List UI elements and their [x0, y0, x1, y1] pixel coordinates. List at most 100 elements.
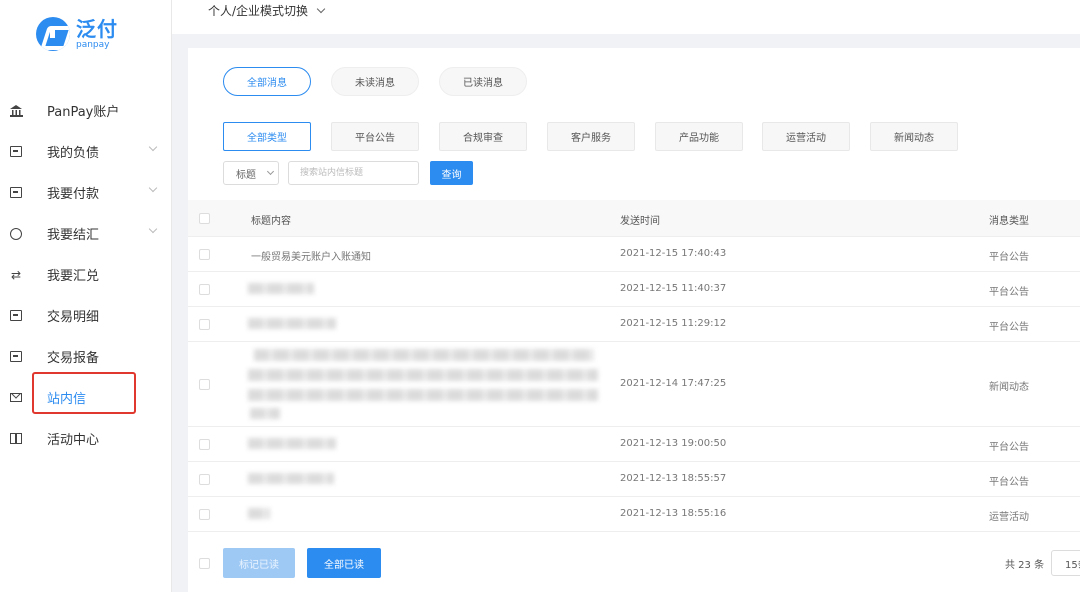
type-operations-activity[interactable]: 运营活动 [762, 122, 850, 151]
message-type: 运营活动 [989, 512, 1029, 523]
type-compliance-review[interactable]: 合规审查 [439, 122, 527, 151]
message-time: 2021-12-13 18:55:57 [620, 473, 727, 484]
row-checkbox[interactable] [199, 249, 210, 260]
filter-all-messages[interactable]: 全部消息 [223, 67, 311, 96]
type-product-feature[interactable]: 产品功能 [655, 122, 743, 151]
redacted-title [250, 408, 280, 419]
chevron-down-icon [148, 183, 158, 193]
convert-icon: ⇄ [10, 267, 22, 282]
search-field-select[interactable]: 标题 [223, 161, 279, 185]
row-checkbox[interactable] [199, 319, 210, 330]
chevron-down-icon [266, 167, 275, 176]
sidebar-item-settlement[interactable]: 我要结汇 [0, 213, 172, 254]
chevron-down-icon [148, 142, 158, 152]
select-all-checkbox[interactable] [199, 213, 210, 224]
chevron-down-icon [316, 4, 326, 13]
sidebar-item-activity-center[interactable]: 活动中心 [0, 418, 172, 459]
message-table: 标题内容 发送时间 消息类型 一般贸易美元账户入账通知 2021-12-15 1… [188, 200, 1080, 532]
sidebar: 泛付 panpay PanPay账户 我的负债 我要付款 我要结汇 ⇄ 我要汇兑 [0, 0, 172, 592]
type-customer-service[interactable]: 客户服务 [547, 122, 635, 151]
type-platform-announcement[interactable]: 平台公告 [331, 122, 419, 151]
search-field-value: 标题 [236, 169, 256, 181]
gift-icon [9, 432, 23, 446]
redacted-title [248, 318, 336, 329]
top-bar: 个人/企业模式切换 [172, 0, 1080, 34]
brand-logo[interactable]: 泛付 panpay [36, 14, 118, 54]
sidebar-item-label: 我要结汇 [47, 228, 100, 243]
row-checkbox[interactable] [199, 474, 210, 485]
sidebar-item-transactions[interactable]: 交易明细 [0, 295, 172, 336]
panpay-logo-icon [36, 17, 70, 51]
message-type: 平台公告 [989, 442, 1029, 453]
column-header-title: 标题内容 [251, 216, 291, 227]
message-time: 2021-12-14 17:47:25 [620, 378, 727, 389]
message-time: 2021-12-13 18:55:16 [620, 508, 727, 519]
message-time: 2021-12-15 17:40:43 [620, 248, 727, 259]
highlight-annotation [32, 372, 136, 414]
exchange-icon [9, 227, 23, 241]
redacted-title [248, 473, 334, 484]
sidebar-item-label: 我要付款 [47, 187, 100, 202]
message-title[interactable]: 一般贸易美元账户入账通知 [251, 248, 371, 263]
mail-icon [9, 391, 23, 405]
message-time: 2021-12-15 11:40:37 [620, 283, 727, 294]
mode-switch-label: 个人/企业模式切换 [208, 4, 309, 18]
message-type: 平台公告 [989, 252, 1029, 263]
redacted-title [248, 283, 314, 294]
table-row[interactable]: 2021-12-15 11:29:12 平台公告 [188, 307, 1080, 342]
row-checkbox[interactable] [199, 509, 210, 520]
table-row[interactable]: 2021-12-13 18:55:16 运营活动 [188, 497, 1080, 532]
transaction-detail-icon [9, 309, 23, 323]
redacted-title [248, 369, 598, 381]
mark-read-button[interactable]: 标记已读 [223, 548, 295, 578]
document-icon [9, 145, 23, 159]
total-count: 共 23 条 [1005, 560, 1045, 571]
sidebar-item-payment[interactable]: 我要付款 [0, 172, 172, 213]
search-input[interactable] [288, 161, 419, 185]
message-type: 平台公告 [989, 322, 1029, 333]
message-type: 平台公告 [989, 287, 1029, 298]
sidebar-item-panpay-account[interactable]: PanPay账户 [0, 90, 172, 131]
sidebar-item-report[interactable]: 交易报备 [0, 336, 172, 377]
redacted-title [248, 389, 598, 401]
column-header-type: 消息类型 [989, 216, 1029, 227]
chevron-down-icon [148, 224, 158, 234]
sidebar-item-label: PanPay账户 [47, 105, 120, 120]
message-type: 新闻动态 [989, 382, 1029, 393]
message-time: 2021-12-15 11:29:12 [620, 318, 727, 329]
message-time: 2021-12-13 19:00:50 [620, 438, 727, 449]
column-header-time: 发送时间 [620, 216, 660, 227]
row-checkbox[interactable] [199, 284, 210, 295]
sidebar-item-label: 交易报备 [47, 351, 100, 366]
filter-unread-messages[interactable]: 未读消息 [331, 67, 419, 96]
sidebar-item-label: 活动中心 [47, 433, 100, 448]
redacted-title [248, 508, 270, 519]
report-icon [9, 350, 23, 364]
sidebar-item-label: 我的负债 [47, 146, 100, 161]
redacted-title [254, 349, 594, 361]
type-news[interactable]: 新闻动态 [870, 122, 958, 151]
table-row[interactable]: 2021-12-13 19:00:50 平台公告 [188, 427, 1080, 462]
table-row[interactable]: 2021-12-13 18:55:57 平台公告 [188, 462, 1080, 497]
type-all[interactable]: 全部类型 [223, 122, 311, 151]
table-row[interactable]: 2021-12-14 17:47:25 新闻动态 [188, 342, 1080, 427]
row-checkbox[interactable] [199, 439, 210, 450]
table-row[interactable]: 一般贸易美元账户入账通知 2021-12-15 17:40:43 平台公告 [188, 237, 1080, 272]
query-button[interactable]: 查询 [430, 161, 473, 185]
table-header: 标题内容 发送时间 消息类型 [188, 200, 1080, 237]
redacted-title [248, 438, 336, 449]
table-row[interactable]: 2021-12-15 11:40:37 平台公告 [188, 272, 1080, 307]
sidebar-item-convert[interactable]: ⇄ 我要汇兑 [0, 254, 172, 295]
mode-switch-dropdown[interactable]: 个人/企业模式切换 [208, 2, 326, 19]
message-panel: 全部消息 未读消息 已读消息 全部类型 平台公告 合规审查 客户服务 产品功能 … [188, 48, 1080, 592]
sidebar-item-my-debt[interactable]: 我的负债 [0, 131, 172, 172]
bank-icon [9, 104, 23, 118]
page-size-select[interactable]: 15条 [1051, 550, 1080, 576]
footer-select-all-checkbox[interactable] [199, 558, 210, 569]
message-type: 平台公告 [989, 477, 1029, 488]
filter-read-messages[interactable]: 已读消息 [439, 67, 527, 96]
sidebar-item-label: 我要汇兑 [47, 269, 100, 284]
payment-icon [9, 186, 23, 200]
mark-all-read-button[interactable]: 全部已读 [307, 548, 381, 578]
row-checkbox[interactable] [199, 379, 210, 390]
